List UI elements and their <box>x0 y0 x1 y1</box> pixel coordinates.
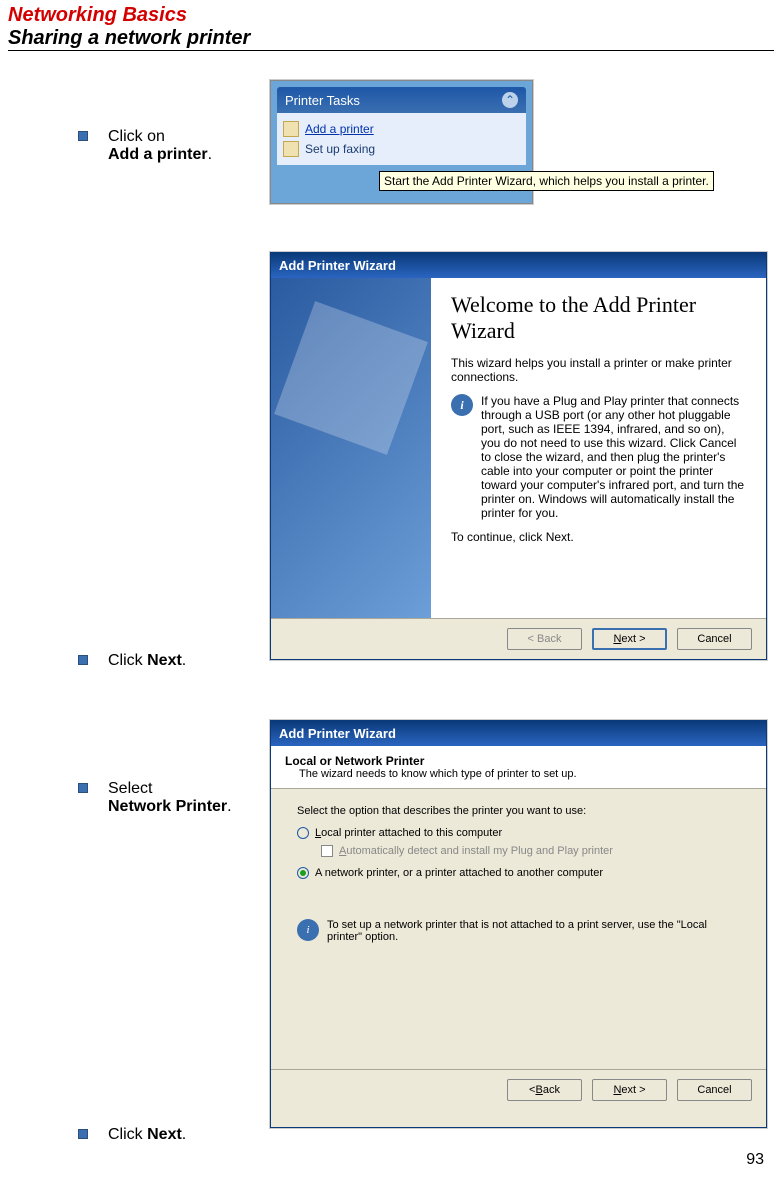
screenshot-wizard-local-network: Add Printer Wizard Local or Network Prin… <box>270 720 767 1128</box>
wizard-titlebar: Add Printer Wizard <box>271 253 766 278</box>
wizard-para1: This wizard helps you install a printer … <box>451 356 746 384</box>
back-button: < Back <box>507 628 582 650</box>
instruction-step4: Click Next. <box>108 1126 186 1144</box>
page-title-black: Sharing a network printer <box>8 27 774 51</box>
instruction-step2: Click Next. <box>108 652 186 670</box>
next-button[interactable]: Next > <box>592 628 667 650</box>
page-title-red: Networking Basics <box>8 4 774 27</box>
wizard-info-text: If you have a Plug and Play printer that… <box>481 394 746 520</box>
screenshot-wizard-welcome: Add Printer Wizard Welcome to the Add Pr… <box>270 252 767 660</box>
checkbox-icon <box>321 845 333 857</box>
fax-icon <box>283 141 299 157</box>
wizard-prompt: Select the option that describes the pri… <box>297 805 740 817</box>
wizard-subtitle: Local or Network Printer <box>285 754 752 768</box>
wizard-para2: To continue, click Next. <box>451 530 746 544</box>
radio-icon <box>297 867 309 879</box>
cancel-button[interactable]: Cancel <box>677 1079 752 1101</box>
instruction-step1: Click on Add a printer. <box>108 128 212 164</box>
radio-local-printer[interactable]: Local printer attached to this computer <box>297 827 740 839</box>
wizard-side-graphic <box>271 278 431 618</box>
back-button[interactable]: < Back <box>507 1079 582 1101</box>
cancel-button[interactable]: Cancel <box>677 628 752 650</box>
printer-tasks-header[interactable]: Printer Tasks ⌃ <box>277 87 526 113</box>
page-number: 93 <box>746 1151 764 1169</box>
link-add-a-printer[interactable]: Add a printer <box>283 119 520 139</box>
instruction-step3: Select Network Printer. <box>108 780 232 816</box>
link-set-up-faxing[interactable]: Set up faxing <box>283 139 520 159</box>
bullet-icon <box>78 131 88 141</box>
tooltip: Start the Add Printer Wizard, which help… <box>379 171 714 191</box>
checkbox-auto-detect: Automatically detect and install my Plug… <box>321 845 740 857</box>
link-add-a-printer-label: Add a printer <box>305 122 374 136</box>
wizard-note: To set up a network printer that is not … <box>327 919 740 943</box>
bullet-icon <box>78 783 88 793</box>
radio-network-printer[interactable]: A network printer, or a printer attached… <box>297 867 740 879</box>
next-button[interactable]: Next > <box>592 1079 667 1101</box>
radio-icon <box>297 827 309 839</box>
printer-icon <box>283 121 299 137</box>
wizard-heading: Welcome to the Add Printer Wizard <box>451 292 746 344</box>
bullet-icon <box>78 1129 88 1139</box>
wizard-subdesc: The wizard needs to know which type of p… <box>299 768 752 780</box>
info-icon: i <box>297 919 319 941</box>
wizard-titlebar: Add Printer Wizard <box>271 721 766 746</box>
link-set-up-faxing-label: Set up faxing <box>305 142 375 156</box>
info-icon: i <box>451 394 473 416</box>
bullet-icon <box>78 655 88 665</box>
collapse-icon[interactable]: ⌃ <box>502 92 518 108</box>
printer-tasks-title: Printer Tasks <box>285 93 360 108</box>
